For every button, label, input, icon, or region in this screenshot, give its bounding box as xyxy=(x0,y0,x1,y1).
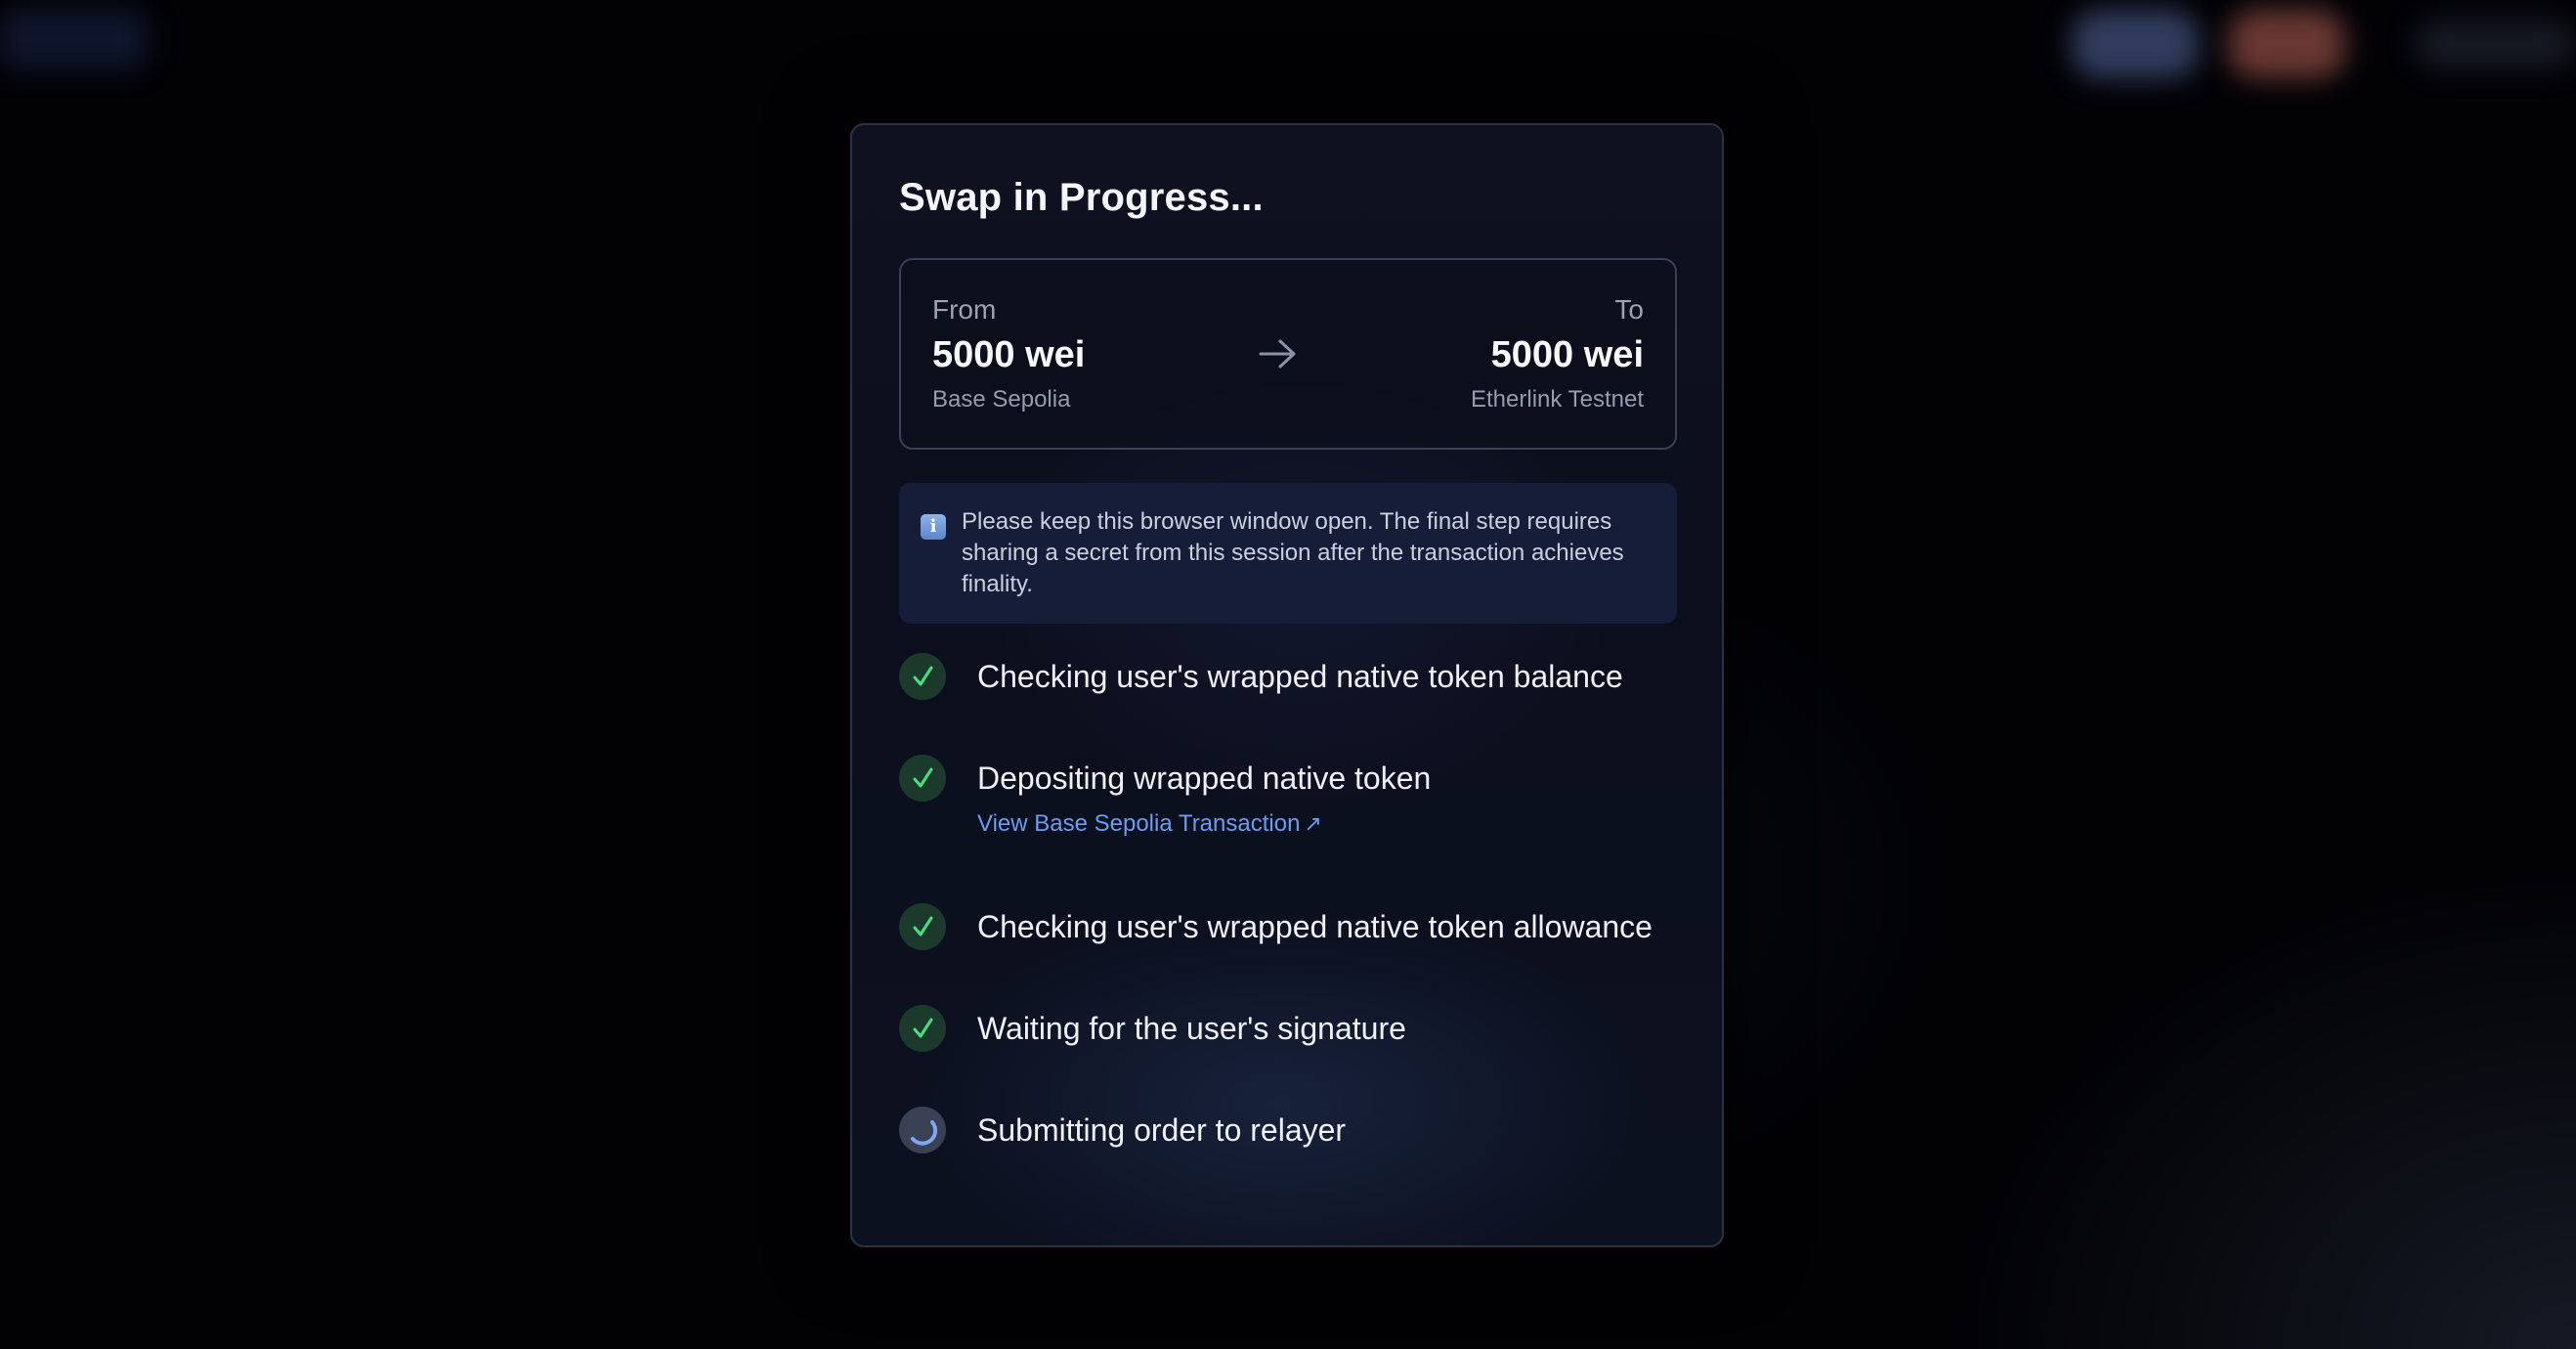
step-label: Submitting order to relayer xyxy=(977,1112,1347,1148)
check-icon xyxy=(899,653,946,700)
step-label: Depositing wrapped native token xyxy=(977,761,1432,796)
link-text: View Base Sepolia Transaction xyxy=(977,810,1301,837)
step-label: Checking user's wrapped native token all… xyxy=(977,909,1653,944)
spinner-icon xyxy=(899,1107,946,1153)
blurred-header-button xyxy=(2072,10,2199,78)
check-icon xyxy=(899,1005,946,1052)
step-label: Waiting for the user's signature xyxy=(977,1011,1406,1046)
view-transaction-link[interactable]: View Base Sepolia Transaction ↗ xyxy=(977,809,1322,839)
check-icon xyxy=(899,903,946,950)
progress-steps: Checking user's wrapped native token bal… xyxy=(899,125,1681,1245)
blurred-header-button xyxy=(2228,10,2345,78)
external-link-icon: ↗ xyxy=(1304,811,1322,836)
step-label: Checking user's wrapped native token bal… xyxy=(977,659,1623,694)
blurred-app-logo xyxy=(0,10,147,68)
swap-progress-modal: Swap in Progress... From 5000 wei Base S… xyxy=(850,123,1724,1247)
check-icon xyxy=(899,755,946,802)
blurred-header-menu xyxy=(2414,20,2576,68)
